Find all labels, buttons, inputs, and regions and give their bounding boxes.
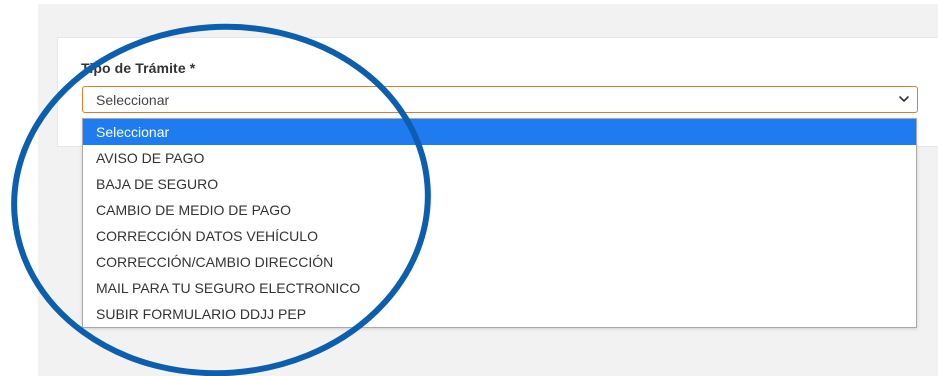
dropdown-option[interactable]: Seleccionar — [83, 119, 916, 145]
dropdown-option[interactable]: MAIL PARA TU SEGURO ELECTRONICO — [83, 275, 916, 301]
field-label-tipo-tramite: Tipo de Trámite * — [81, 60, 196, 76]
dropdown-option[interactable]: AVISO DE PAGO — [83, 145, 916, 171]
select-current-value: Seleccionar — [96, 92, 170, 108]
chevron-down-icon — [899, 96, 909, 102]
dropdown-option[interactable]: CORRECCIÓN DATOS VEHÍCULO — [83, 223, 916, 249]
dropdown-option[interactable]: SUBIR FORMULARIO DDJJ PEP — [83, 301, 916, 327]
dropdown-option[interactable]: CORRECCIÓN/CAMBIO DIRECCIÓN — [83, 249, 916, 275]
dropdown-list: Seleccionar AVISO DE PAGO BAJA DE SEGURO… — [82, 118, 917, 328]
dropdown-option[interactable]: BAJA DE SEGURO — [83, 171, 916, 197]
tipo-tramite-select[interactable]: Seleccionar — [82, 86, 918, 113]
dropdown-option[interactable]: CAMBIO DE MEDIO DE PAGO — [83, 197, 916, 223]
